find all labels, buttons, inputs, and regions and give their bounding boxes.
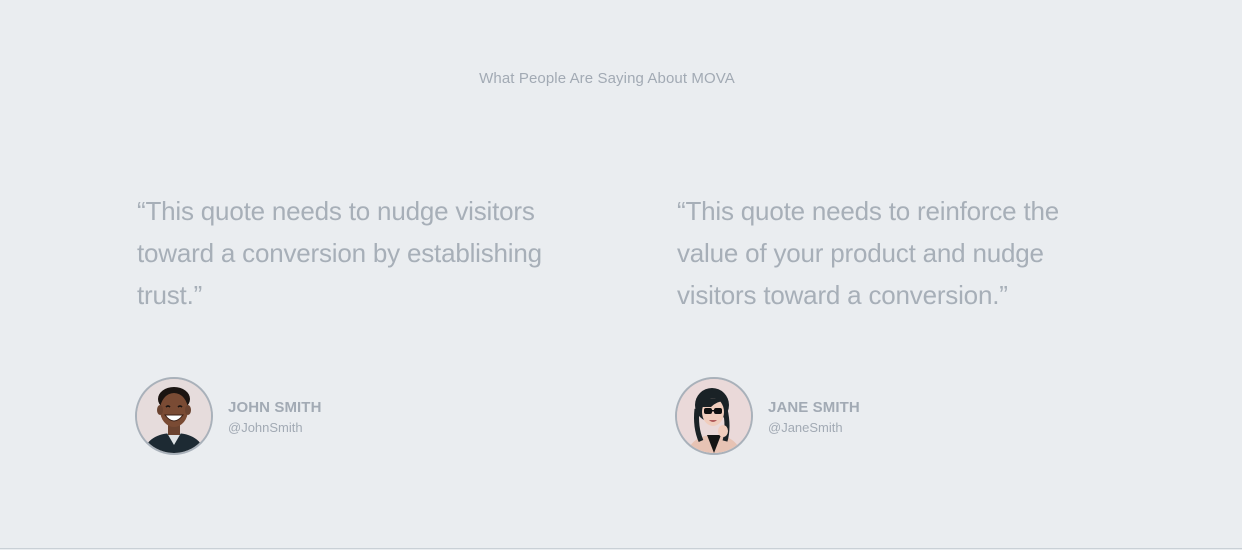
testimonial-card: “This quote needs to reinforce the value… — [675, 190, 1117, 455]
section-heading: What People Are Saying About MOVA — [479, 70, 735, 87]
testimonial-author: JOHN SMITH @JohnSmith — [135, 377, 322, 455]
author-name: JOHN SMITH — [228, 399, 322, 416]
testimonial-quote: “This quote needs to nudge visitors towa… — [137, 196, 542, 310]
avatar-photo-woman-icon — [677, 379, 751, 453]
testimonials-section: What People Are Saying About MOVA “This … — [0, 0, 1242, 549]
testimonial-card: “This quote needs to nudge visitors towa… — [135, 190, 577, 455]
avatar-photo-man-icon — [137, 379, 211, 453]
testimonial-author: JANE SMITH @JaneSmith — [675, 377, 860, 455]
author-handle: @JaneSmith — [768, 420, 843, 435]
avatar — [135, 377, 213, 455]
avatar — [675, 377, 753, 455]
author-handle: @JohnSmith — [228, 420, 303, 435]
testimonial-quote: “This quote needs to reinforce the value… — [677, 196, 1059, 310]
author-name: JANE SMITH — [768, 399, 860, 416]
